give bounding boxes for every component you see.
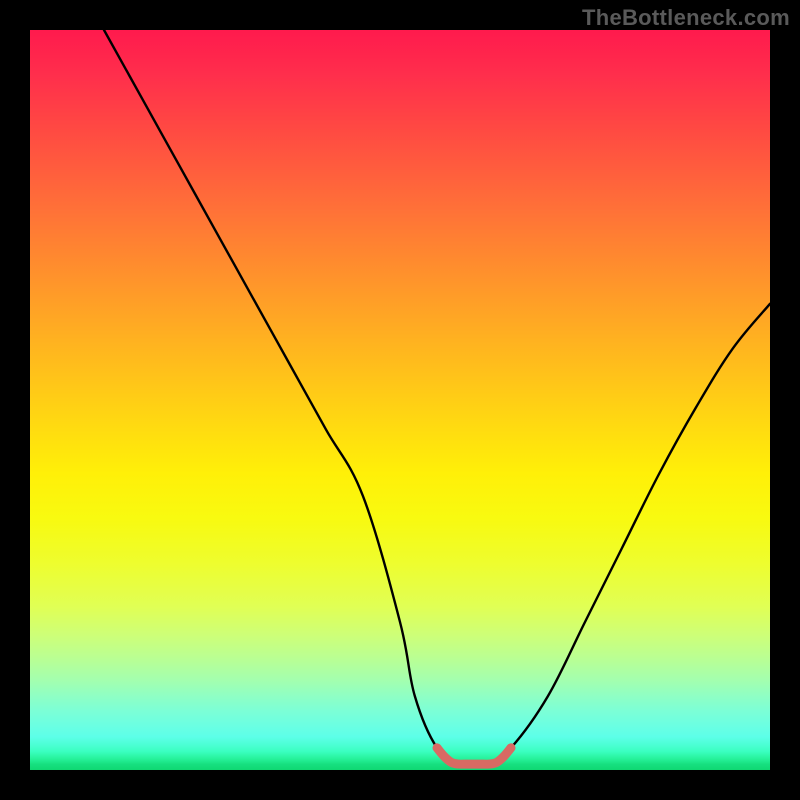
optimal-floor-marker — [437, 748, 511, 764]
chart-frame: TheBottleneck.com — [0, 0, 800, 800]
bottleneck-curve — [104, 30, 770, 764]
watermark-text: TheBottleneck.com — [582, 5, 790, 31]
curve-layer — [30, 30, 770, 770]
plot-area — [30, 30, 770, 770]
